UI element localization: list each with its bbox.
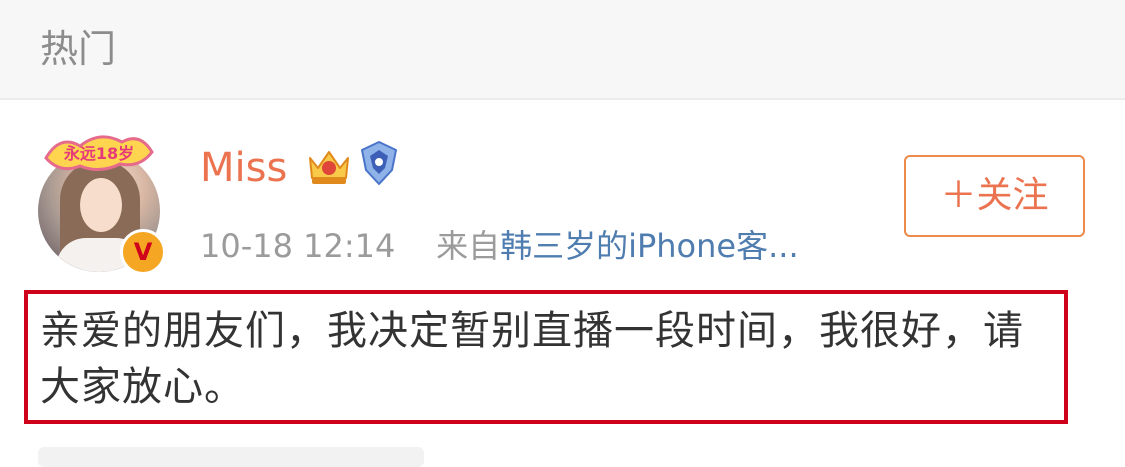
verified-badge: V [120, 229, 166, 275]
post-meta: 10-18 12:14 来自韩三岁的iPhone客... [200, 224, 799, 268]
avatar-face [80, 178, 122, 232]
post-timestamp: 10-18 12:14 [200, 227, 396, 265]
section-header: 热门 [0, 0, 1125, 100]
follow-button[interactable]: ＋关注 [904, 155, 1085, 237]
rank-icon [361, 141, 397, 185]
post-source-link[interactable]: 韩三岁的iPhone客... [500, 227, 799, 265]
avatar-frame-sticker: 永远18岁 [44, 135, 154, 171]
crown-icon [309, 151, 349, 184]
avatar-frame-text: 永远18岁 [63, 144, 134, 163]
post-source-prefix: 来自 [436, 227, 501, 265]
author-name[interactable]: Miss [200, 142, 287, 194]
post-text: 亲爱的朋友们，我决定暂别直播一段时间，我很好，请大家放心。 [40, 308, 1024, 410]
post-attachment-stub [38, 447, 424, 467]
section-title: 热门 [40, 27, 117, 71]
